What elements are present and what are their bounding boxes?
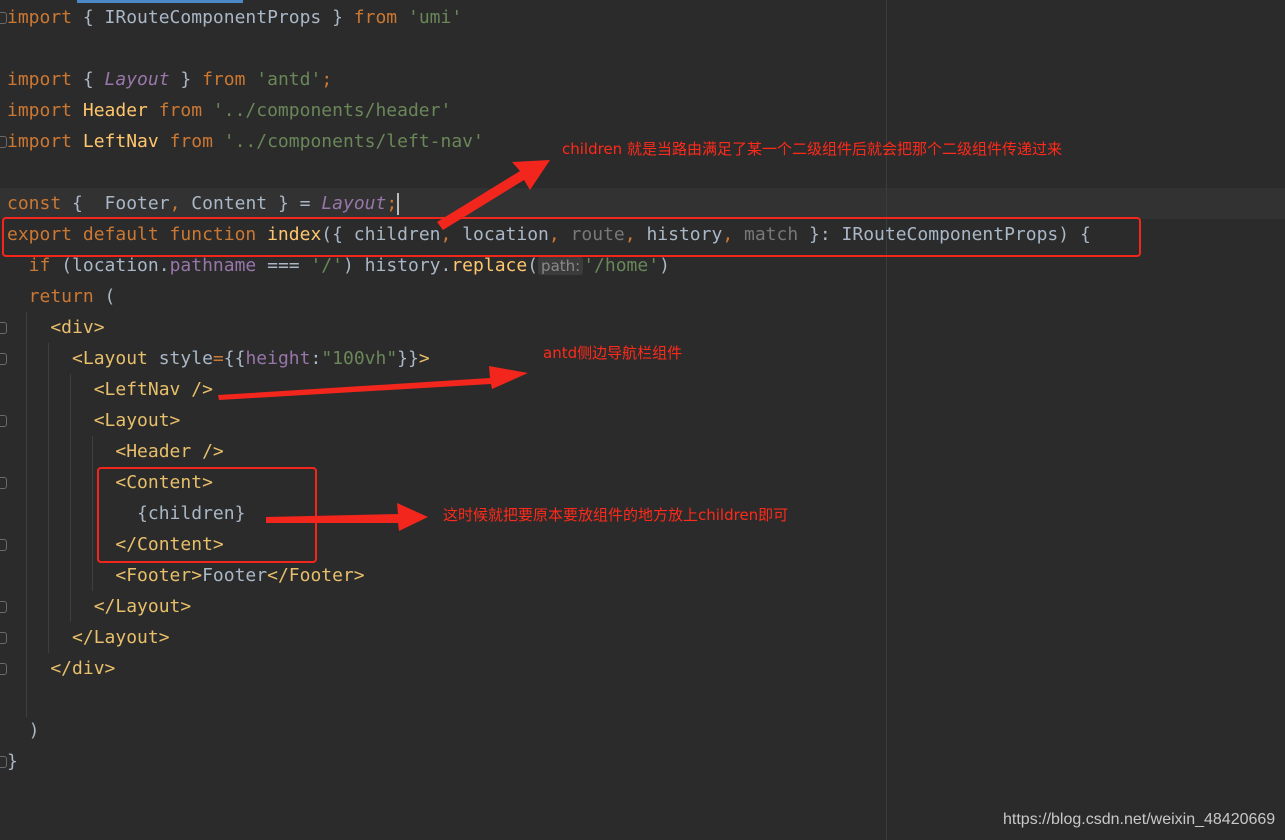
watermark: https://blog.csdn.net/weixin_48420669	[1003, 811, 1276, 828]
arrow-content	[266, 503, 428, 531]
annotation-arrows	[218, 160, 550, 531]
annotation-children: children 就是当路由满足了某一个二级组件后就会把那个二级组件传递过来	[562, 140, 1062, 158]
annotation-leftnav: antd侧边导航栏组件	[543, 344, 683, 362]
arrow-leftnav	[218, 366, 528, 400]
annotation-content: 这时候就把要原本要放组件的地方放上children即可	[443, 506, 789, 524]
arrow-children	[437, 160, 550, 230]
